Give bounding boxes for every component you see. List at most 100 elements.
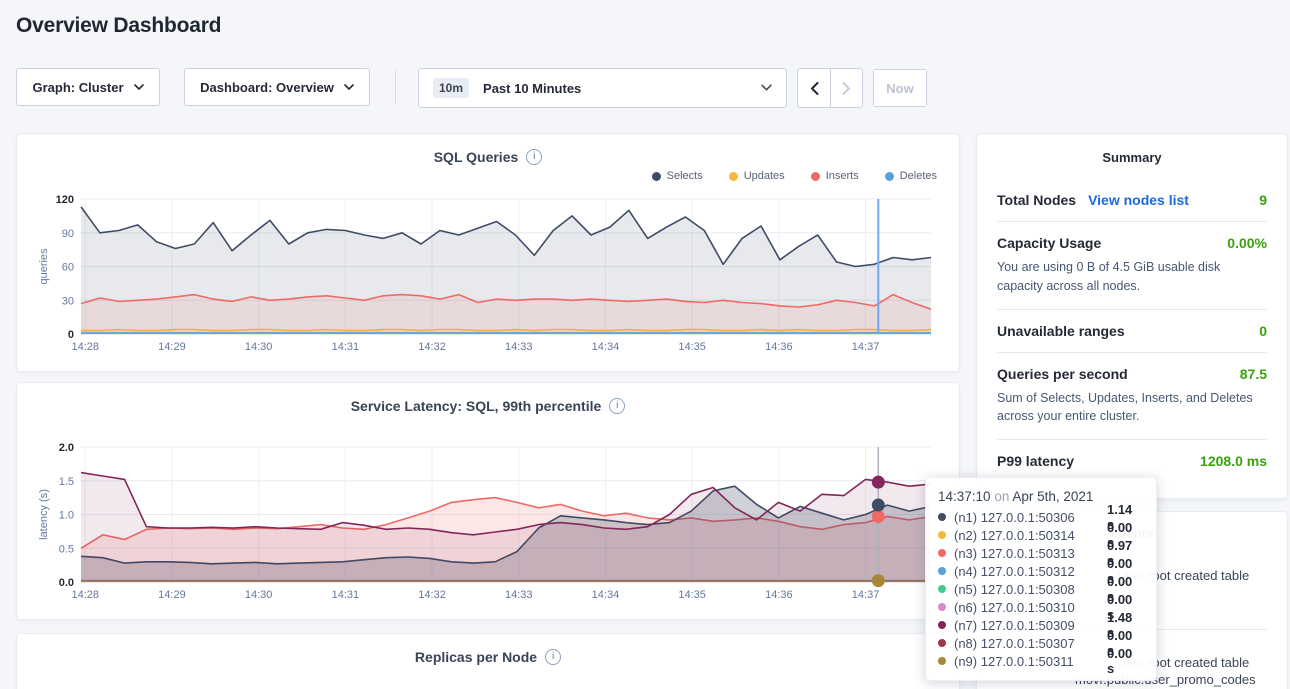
svg-text:14:32: 14:32 [418, 589, 446, 601]
svg-text:14:37: 14:37 [852, 341, 880, 353]
chevron-down-icon [134, 84, 144, 91]
svg-text:60: 60 [62, 262, 74, 274]
unavailable-ranges-label: Unavailable ranges [997, 323, 1125, 339]
svg-text:14:35: 14:35 [678, 341, 706, 353]
info-icon[interactable]: i [526, 149, 542, 165]
svg-text:latency (s): latency (s) [38, 489, 50, 540]
sql-chart-title: SQL Queries [434, 149, 519, 165]
capacity-desc: You are using 0 B of 4.5 GiB usable disk… [997, 258, 1267, 296]
summary-p99: P99 latency 1208.0 ms [997, 440, 1267, 482]
controls-divider [395, 70, 396, 104]
summary-total-nodes: Total Nodes View nodes list 9 [997, 165, 1267, 222]
chevron-down-icon [344, 84, 354, 91]
legend-dot [652, 172, 661, 181]
time-next-button[interactable] [830, 68, 863, 108]
svg-text:queries: queries [38, 248, 50, 285]
legend-item-deletes: Deletes [885, 170, 937, 182]
controls-bar: Graph: Cluster Dashboard: Overview 10m P… [16, 68, 1274, 106]
summary-title: Summary [997, 150, 1267, 165]
time-pager [797, 68, 863, 108]
qps-value: 87.5 [1240, 366, 1267, 382]
svg-text:90: 90 [62, 228, 74, 240]
p99-value: 1208.0 ms [1200, 453, 1267, 469]
sql-legend: Selects Updates Inserts Deletes [33, 167, 937, 185]
qps-label: Queries per second [997, 366, 1128, 382]
total-nodes-label: Total Nodes [997, 192, 1076, 208]
legend-item-inserts: Inserts [811, 170, 859, 182]
legend-item-selects: Selects [652, 170, 703, 182]
info-icon[interactable]: i [545, 649, 561, 665]
node-color-dot [938, 567, 946, 575]
node-color-dot [938, 531, 946, 539]
chevron-right-icon [842, 82, 851, 95]
graph-dropdown[interactable]: Graph: Cluster [16, 68, 160, 106]
latency-chart-title: Service Latency: SQL, 99th percentile [351, 398, 602, 414]
chart-hover-tooltip: 14:37:10 on Apr 5th, 2021 (n1) 127.0.0.1… [925, 477, 1157, 681]
svg-text:14:31: 14:31 [332, 589, 360, 601]
svg-text:14:37: 14:37 [852, 589, 880, 601]
svg-text:14:29: 14:29 [158, 589, 186, 601]
dashboard-dropdown-label: Dashboard: Overview [200, 80, 334, 95]
svg-text:14:32: 14:32 [418, 341, 446, 353]
summary-qps: Queries per second 87.5 Sum of Selects, … [997, 353, 1267, 441]
svg-text:14:33: 14:33 [505, 341, 533, 353]
svg-text:30: 30 [62, 295, 74, 307]
svg-text:0: 0 [68, 329, 74, 341]
svg-text:14:28: 14:28 [71, 589, 99, 601]
p99-label: P99 latency [997, 453, 1074, 469]
svg-text:1.5: 1.5 [59, 476, 74, 488]
view-nodes-list-link[interactable]: View nodes list [1088, 192, 1189, 208]
time-range-badge: 10m [433, 78, 469, 98]
svg-text:14:34: 14:34 [592, 589, 620, 601]
sql-queries-card: SQL Queries i Selects Updates Inserts De… [16, 133, 960, 372]
svg-text:14:34: 14:34 [592, 341, 620, 353]
chevron-down-icon [761, 84, 772, 92]
node-color-dot [938, 513, 946, 521]
svg-text:14:35: 14:35 [678, 589, 706, 601]
node-color-dot [938, 657, 946, 665]
svg-text:14:36: 14:36 [765, 341, 793, 353]
total-nodes-value: 9 [1259, 192, 1267, 208]
svg-text:14:31: 14:31 [332, 341, 360, 353]
time-range-dropdown[interactable]: 10m Past 10 Minutes [418, 68, 787, 108]
graph-dropdown-label: Graph: Cluster [32, 80, 123, 95]
sql-queries-chart[interactable]: 14:28 14:29 14:30 14:31 14:32 14:33 14:34 14:35… [33, 191, 945, 358]
svg-text:14:30: 14:30 [245, 589, 273, 601]
node-color-dot [938, 585, 946, 593]
node-color-dot [938, 549, 946, 557]
dashboard-dropdown[interactable]: Dashboard: Overview [184, 68, 370, 106]
page-title: Overview Dashboard [16, 14, 221, 38]
svg-text:14:29: 14:29 [158, 341, 186, 353]
legend-dot [811, 172, 820, 181]
legend-dot [729, 172, 738, 181]
time-range-label: Past 10 Minutes [483, 81, 581, 96]
node-color-dot [938, 621, 946, 629]
node-color-dot [938, 639, 946, 647]
service-latency-chart[interactable]: 14:28 14:29 14:30 14:31 14:32 14:33 14:34 14:35… [33, 439, 945, 606]
summary-capacity: Capacity Usage 0.00% You are using 0 B o… [997, 222, 1267, 310]
svg-text:14:28: 14:28 [71, 341, 99, 353]
tooltip-row: (n9) 127.0.0.1:503110.00 s [938, 652, 1142, 670]
chevron-left-icon [810, 82, 819, 95]
svg-text:14:36: 14:36 [765, 589, 793, 601]
replicas-card: Replicas per Node i [16, 633, 960, 689]
svg-text:14:30: 14:30 [245, 341, 273, 353]
service-latency-card: Service Latency: SQL, 99th percentile i … [16, 382, 960, 620]
info-icon[interactable]: i [609, 398, 625, 414]
now-button[interactable]: Now [873, 69, 927, 107]
legend-item-updates: Updates [729, 170, 785, 182]
replicas-chart-title: Replicas per Node [415, 649, 537, 665]
time-prev-button[interactable] [797, 68, 830, 108]
summary-panel: Summary Total Nodes View nodes list 9 Ca… [976, 133, 1288, 499]
svg-text:0.5: 0.5 [59, 543, 74, 555]
svg-text:0.0: 0.0 [59, 577, 74, 589]
capacity-value: 0.00% [1227, 235, 1267, 251]
svg-text:1.0: 1.0 [59, 510, 74, 522]
summary-unavailable-ranges: Unavailable ranges 0 [997, 310, 1267, 353]
unavailable-ranges-value: 0 [1259, 323, 1267, 339]
svg-text:14:33: 14:33 [505, 589, 533, 601]
svg-text:120: 120 [56, 194, 74, 206]
capacity-label: Capacity Usage [997, 235, 1101, 251]
qps-desc: Sum of Selects, Updates, Inserts, and De… [997, 389, 1267, 427]
svg-text:2.0: 2.0 [59, 442, 74, 454]
